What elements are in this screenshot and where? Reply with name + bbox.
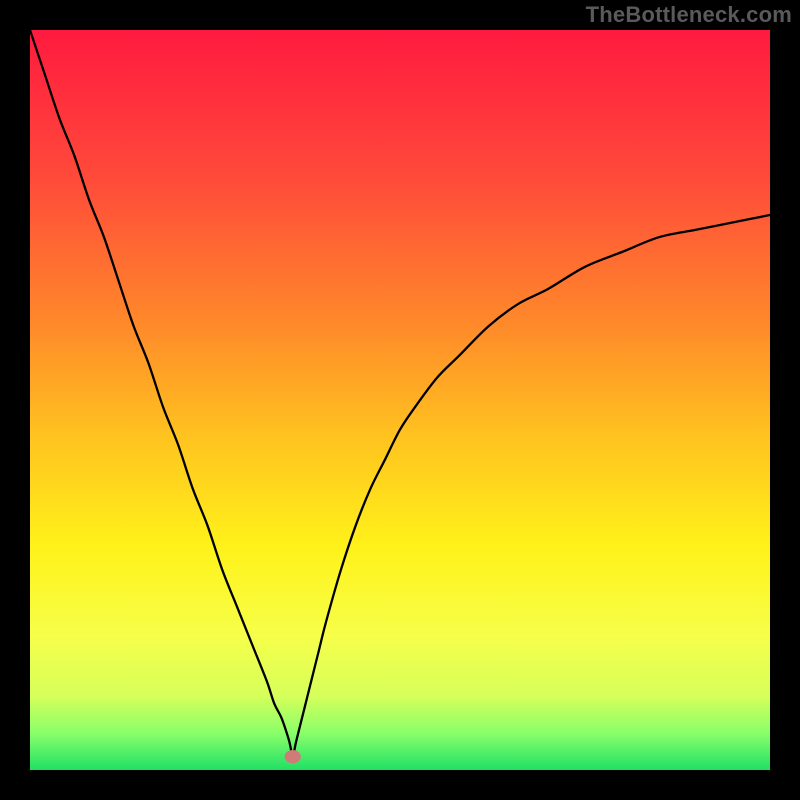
plot-area	[30, 30, 770, 770]
chart-svg	[30, 30, 770, 770]
watermark-text: TheBottleneck.com	[586, 2, 792, 28]
gradient-background	[30, 30, 770, 770]
optimal-marker	[285, 750, 301, 763]
chart-frame: TheBottleneck.com	[0, 0, 800, 800]
